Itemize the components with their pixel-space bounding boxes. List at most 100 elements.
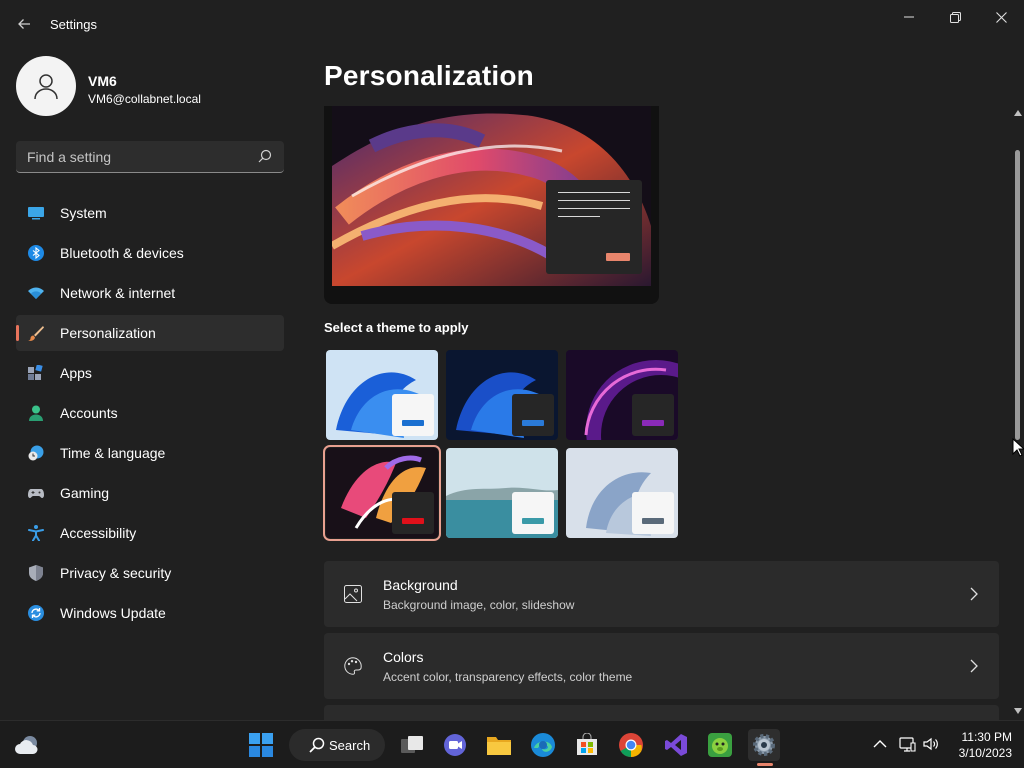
- title-bar: Settings: [0, 0, 1024, 48]
- back-button[interactable]: [10, 10, 38, 38]
- person-icon: [34, 74, 58, 100]
- theme-windows-light[interactable]: [326, 350, 438, 440]
- weather-widget[interactable]: [12, 729, 44, 761]
- theme-sunrise[interactable]: [446, 448, 558, 538]
- sidebar-item-label: Network & internet: [60, 285, 176, 301]
- bluetooth-icon: [28, 245, 44, 261]
- user-profile[interactable]: VM6 VM6@collabnet.local: [16, 56, 286, 118]
- sidebar-item-label: Privacy & security: [60, 565, 172, 581]
- update-icon: [28, 605, 44, 621]
- sidebar-item-privacy[interactable]: Privacy & security: [16, 555, 284, 591]
- chevron-up-icon[interactable]: [871, 735, 889, 753]
- sidebar-item-label: Gaming: [60, 485, 110, 501]
- microsoft-store-button[interactable]: [571, 729, 603, 761]
- next-setting-card[interactable]: [324, 705, 999, 720]
- gear-icon: [753, 734, 775, 756]
- taskbar: Search 11:30 PM 3/10/2023: [0, 720, 1024, 768]
- teams-chat-button[interactable]: [439, 729, 471, 761]
- sidebar: VM6 VM6@collabnet.local System Bluetooth…: [0, 48, 300, 720]
- search-input[interactable]: [16, 141, 246, 172]
- sidebar-item-windows-update[interactable]: Windows Update: [16, 595, 284, 631]
- theme-captured-motion[interactable]: [323, 445, 441, 541]
- sidebar-item-apps[interactable]: Apps: [16, 355, 284, 391]
- file-explorer-button[interactable]: [483, 729, 515, 761]
- scroll-thumb[interactable]: [1015, 150, 1020, 440]
- accessibility-icon: [28, 525, 44, 541]
- sidebar-item-system[interactable]: System: [16, 195, 284, 231]
- theme-grid: [323, 348, 684, 541]
- minimize-icon: [904, 16, 914, 18]
- taskbar-search[interactable]: Search: [289, 729, 385, 761]
- card-subtitle: Background image, color, slideshow: [383, 598, 575, 612]
- clock-time: 11:30 PM: [961, 730, 1012, 744]
- palette-icon: [344, 657, 362, 675]
- chrome-icon: [619, 733, 643, 757]
- game-app-icon: [708, 733, 732, 757]
- scroll-down-icon: [1014, 708, 1022, 714]
- sidebar-item-accessibility[interactable]: Accessibility: [16, 515, 284, 551]
- main-content: Personalization Select a theme to apply …: [300, 48, 1012, 720]
- colors-setting-card[interactable]: Colors Accent color, transparency effect…: [324, 633, 999, 699]
- chat-icon: [444, 734, 466, 756]
- search-icon: [258, 149, 274, 165]
- restore-button[interactable]: [932, 2, 978, 32]
- chevron-right-icon: [970, 587, 978, 601]
- apps-icon: [28, 365, 43, 380]
- close-button[interactable]: [978, 2, 1024, 32]
- windows-logo-icon: [249, 733, 273, 757]
- app-title: Settings: [50, 17, 97, 32]
- vertical-scrollbar[interactable]: [1012, 108, 1024, 718]
- sidebar-item-network[interactable]: Network & internet: [16, 275, 284, 311]
- folder-icon: [487, 737, 511, 755]
- chrome-button[interactable]: [615, 729, 647, 761]
- volume-icon[interactable]: [922, 735, 940, 753]
- system-icon: [28, 207, 44, 220]
- sidebar-item-label: Accessibility: [60, 525, 137, 541]
- system-clock[interactable]: 11:30 PM 3/10/2023: [948, 729, 1012, 761]
- theme-section-label: Select a theme to apply: [324, 320, 469, 335]
- visual-studio-button[interactable]: [660, 729, 692, 761]
- taskbar-search-label: Search: [329, 738, 371, 753]
- theme-flow[interactable]: [566, 448, 678, 538]
- sidebar-item-bluetooth[interactable]: Bluetooth & devices: [16, 235, 284, 271]
- minimize-button[interactable]: [886, 2, 932, 32]
- start-button[interactable]: [245, 729, 277, 761]
- background-setting-card[interactable]: Background Background image, color, slid…: [324, 561, 999, 627]
- edge-icon: [531, 733, 555, 757]
- sidebar-item-personalization[interactable]: Personalization: [16, 315, 284, 351]
- restore-icon: [949, 11, 961, 23]
- card-subtitle: Accent color, transparency effects, colo…: [383, 670, 633, 684]
- sidebar-item-label: System: [60, 205, 107, 221]
- chevron-right-icon: [970, 659, 978, 673]
- sidebar-item-label: Time & language: [60, 445, 166, 461]
- preview-window-mock: [546, 180, 642, 274]
- active-app-indicator: [757, 763, 773, 766]
- sidebar-item-accounts[interactable]: Accounts: [16, 395, 284, 431]
- sidebar-item-label: Apps: [60, 365, 92, 381]
- wifi-icon: [28, 287, 44, 299]
- task-view-button[interactable]: [396, 729, 428, 761]
- sidebar-nav: System Bluetooth & devices Network & int…: [16, 195, 284, 635]
- sidebar-item-gaming[interactable]: Gaming: [16, 475, 284, 511]
- sidebar-item-label: Windows Update: [60, 605, 166, 621]
- user-name: VM6: [88, 73, 117, 89]
- task-view-icon: [401, 736, 423, 753]
- game-app-button[interactable]: [704, 729, 736, 761]
- mouse-cursor-icon: [1012, 438, 1024, 457]
- cloud-moon-icon: [15, 736, 38, 754]
- search-box: [16, 141, 284, 173]
- edge-browser-button[interactable]: [527, 729, 559, 761]
- theme-windows-dark[interactable]: [446, 350, 558, 440]
- theme-glow[interactable]: [566, 350, 678, 440]
- sidebar-item-time-language[interactable]: Time & language: [16, 435, 284, 471]
- store-icon: [577, 733, 597, 755]
- sidebar-item-label: Bluetooth & devices: [60, 245, 184, 261]
- clock-date: 3/10/2023: [958, 746, 1012, 760]
- search-icon: [309, 737, 325, 753]
- network-icon[interactable]: [898, 735, 916, 753]
- back-arrow-icon: [18, 19, 30, 29]
- avatar: [16, 56, 76, 116]
- page-title: Personalization: [324, 60, 534, 91]
- settings-app-button[interactable]: [748, 729, 780, 761]
- visual-studio-icon: [665, 734, 687, 756]
